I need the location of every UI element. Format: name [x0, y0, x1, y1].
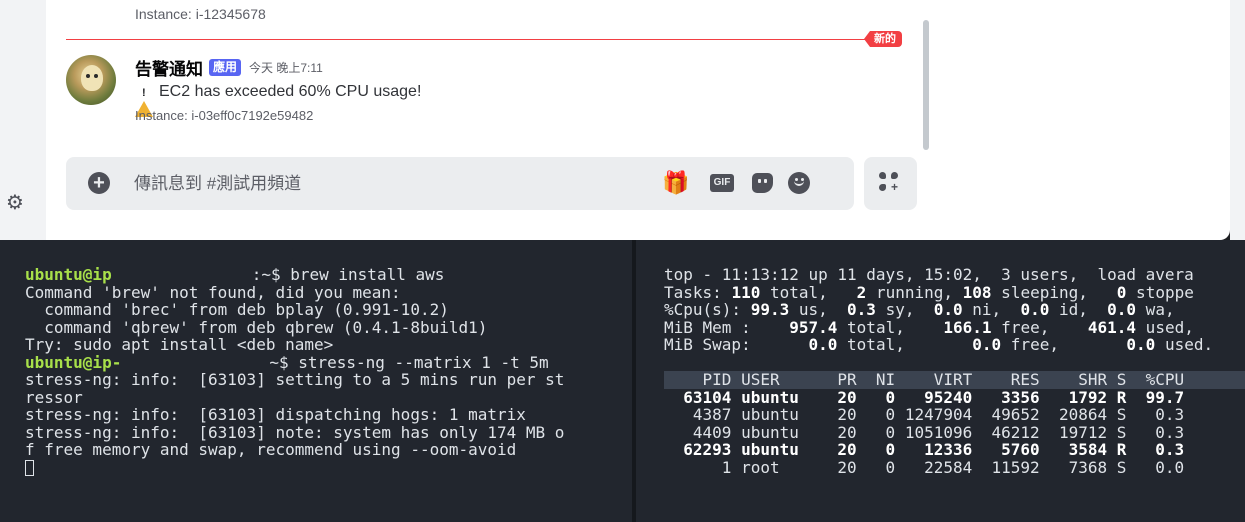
terminal-line: stress-ng: info: [63103] note: system ha…	[25, 422, 565, 442]
top-swap-line: MiB Swap: 0.0 total, 0.0 free, 0.0 used.	[664, 335, 1214, 354]
terminal-line: command 'qbrew' from deb qbrew (0.4.1-8b…	[25, 317, 488, 337]
previous-instance-text: Instance: i-12345678	[135, 6, 266, 22]
apps-icon	[879, 172, 886, 179]
server-sidebar: ⚙	[0, 0, 46, 240]
process-table-header: PID USER PR NI VIRT RES SHR S %CPU	[664, 371, 1245, 389]
window-edge	[1230, 0, 1245, 240]
message-header: 告警通知 應用 今天 晚上7:11	[135, 55, 323, 80]
message-list: Instance: i-12345678 新的 告警通知 應用 今天 晚上7:1…	[46, 0, 936, 240]
app-tag-badge: 應用	[209, 59, 242, 76]
terminal-line: f free memory and swap, recommend using …	[25, 440, 517, 459]
member-panel	[936, 0, 1230, 240]
process-row: 62293 ubuntu 20 0 12336 5760 3584 R 0.3	[664, 440, 1185, 459]
gear-icon[interactable]: ⚙	[6, 192, 28, 214]
terminal-cursor	[25, 459, 34, 476]
terminal-left[interactable]: ubuntu@ip:~$ brew install aws Command 'br…	[0, 240, 632, 522]
process-row: 4387 ubuntu 20 0 1247904 49652 20864 S 0…	[664, 405, 1185, 424]
message-instance: Instance: i-03eff0c7192e59482	[135, 108, 314, 123]
process-row: 4409 ubuntu 20 0 1051096 46212 19712 S 0…	[664, 422, 1185, 442]
gif-button[interactable]: GIF	[710, 174, 734, 192]
top-cpu-line: %Cpu(s): 99.3 us, 0.3 sy, 0.0 ni, 0.0 id…	[664, 300, 1175, 319]
terminal-line: ubuntu@ip- ~$ stress-ng --matrix 1 -t 5m	[25, 352, 549, 372]
top-tasks-line: Tasks: 110 total, 2 running, 108 sleepin…	[664, 282, 1194, 302]
terminal-right[interactable]: top - 11:13:12 up 11 days, 15:02, 3 user…	[636, 240, 1245, 522]
message-composer: + 🎁 GIF	[66, 157, 854, 210]
new-messages-badge: 新的	[864, 31, 902, 47]
avatar[interactable]	[66, 55, 116, 105]
terminal-line: stress-ng: info: [63103] setting to a 5 …	[25, 370, 565, 389]
terminal-line: ubuntu@ip:~$ brew install aws	[25, 265, 445, 284]
message-body: ! EC2 has exceeded 60% CPU usage!	[135, 83, 422, 117]
terminal-cursor-line	[25, 459, 632, 477]
terminal-line: Try: sudo apt install <deb name>	[25, 335, 334, 354]
process-row: 1 root 20 0 22584 11592 7368 S 0.0	[664, 457, 1185, 477]
terminal-line: ressor	[25, 387, 83, 407]
warning-icon: !	[135, 83, 153, 117]
emoji-icon[interactable]	[786, 170, 812, 196]
message-timestamp: 今天 晚上7:11	[249, 61, 323, 75]
message-input[interactable]	[134, 172, 554, 196]
chat-window: ⚙ Instance: i-12345678 新的 告警通知 應用 今天 晚上7…	[0, 0, 1245, 240]
message-username[interactable]: 告警通知	[135, 55, 203, 80]
apps-button[interactable]: +	[864, 157, 917, 210]
chat-scrollbar[interactable]	[923, 20, 929, 150]
sticker-icon[interactable]	[750, 170, 776, 196]
top-mem-line: MiB Mem : 957.4 total, 166.1 free, 461.4…	[664, 317, 1194, 337]
add-attachment-button[interactable]: +	[88, 172, 110, 194]
terminal-line: command 'brec' from deb bplay (0.991-10.…	[25, 300, 449, 319]
terminal-line: Command 'brew' not found, did you mean:	[25, 282, 401, 302]
gift-icon[interactable]: 🎁	[662, 170, 689, 196]
new-messages-divider	[66, 39, 881, 40]
terminal-line: stress-ng: info: [63103] dispatching hog…	[25, 405, 526, 424]
top-summary-line: top - 11:13:12 up 11 days, 15:02, 3 user…	[664, 265, 1194, 284]
process-row: 63104 ubuntu 20 0 95240 3356 1792 R 99.7	[664, 387, 1185, 407]
message-text: EC2 has exceeded 60% CPU usage!	[159, 83, 422, 100]
